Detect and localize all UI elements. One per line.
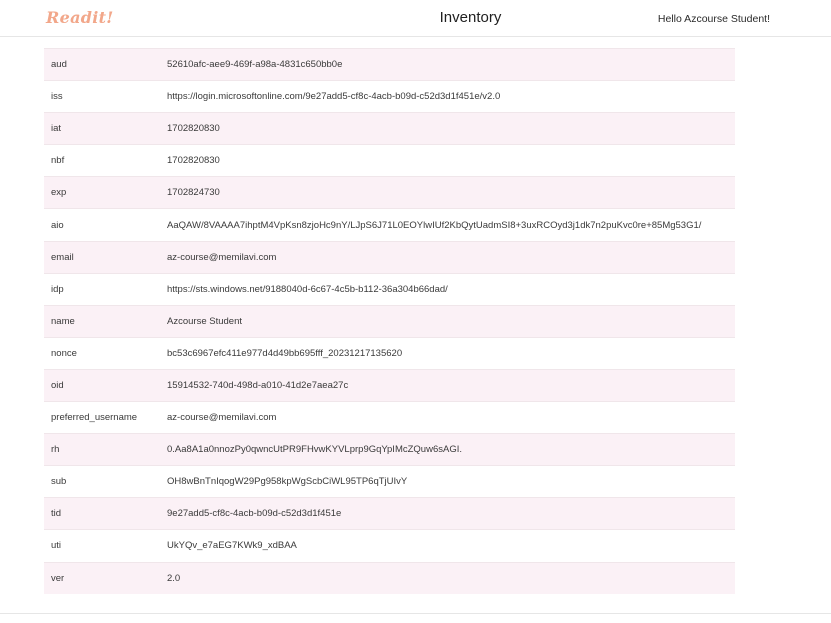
claim-key: exp [44,176,159,209]
claim-row: uti UkYQv_e7aEG7KWk9_xdBAA [44,529,735,562]
claim-row: name Azcourse Student [44,304,735,338]
claim-key: name [44,304,159,338]
claim-key: sub [44,465,159,498]
footer-divider [0,613,831,614]
claim-key: oid [44,368,159,402]
claim-key: uti [44,529,159,562]
claim-value: 15914532-740d-498d-a010-41d2e7aea27c [159,368,735,402]
claim-row: preferred_username az-course@memilavi.com [44,401,735,434]
claim-row: iss https://login.microsoftonline.com/9e2… [44,80,735,113]
claim-row: tid 9e27add5-cf8c-4acb-b09d-c52d3d1f451e [44,497,735,530]
page-title: Inventory [439,9,502,26]
claim-value: 1702824730 [159,176,735,209]
claim-row: sub OH8wBnTnIqogW29Pg958kpWgScbCiWL95TP6q… [44,465,735,498]
claim-key: aio [44,208,159,242]
claim-row: rh 0.Aa8A1a0nnozPy0qwncUtPR9FHvwKYVLprp9G… [44,433,735,466]
claim-key: email [44,240,159,274]
claim-value: az-course@memilavi.com [159,240,735,274]
claim-value: https://login.microsoftonline.com/9e27ad… [159,80,735,113]
claim-key: nbf [44,144,159,177]
navbar: Readit! Inventory Hello Azcourse Student… [0,0,831,37]
claim-row: exp 1702824730 [44,176,735,209]
claim-key: aud [44,47,159,81]
claim-key: ver [44,561,159,595]
claim-key: nonce [44,336,159,370]
claim-row: idp https://sts.windows.net/9188040d-6c67… [44,272,735,306]
claim-row: nonce bc53c6967efc411e977d4d49bb695fff_20… [44,336,735,370]
claim-row: nbf 1702820830 [44,144,735,177]
claim-row: aio AaQAW/8VAAAA7ihptM4VpKsn8zjoHc9nY/LJp… [44,208,735,242]
claim-key: preferred_username [44,401,159,434]
claims-table: aud 52610afc-aee9-469f-a98a-4831c650bb0e i… [44,47,735,595]
claim-row: oid 15914532-740d-498d-a010-41d2e7aea27c [44,368,735,402]
claim-value: https://sts.windows.net/9188040d-6c67-4c… [159,272,735,306]
claims-table-body: aud 52610afc-aee9-469f-a98a-4831c650bb0e i… [44,47,735,595]
claim-key: iss [44,80,159,113]
claim-key: rh [44,433,159,466]
claim-value: 0.Aa8A1a0nnozPy0qwncUtPR9FHvwKYVLprp9GqY… [159,433,735,466]
claim-key: iat [44,112,159,145]
claim-value: OH8wBnTnIqogW29Pg958kpWgScbCiWL95TP6qTjU… [159,465,735,498]
claim-value: AaQAW/8VAAAA7ihptM4VpKsn8zjoHc9nY/LJpS6J… [159,208,735,242]
claim-row: email az-course@memilavi.com [44,240,735,274]
claim-value: az-course@memilavi.com [159,401,735,434]
claim-row: ver 2.0 [44,561,735,595]
claim-row: iat 1702820830 [44,112,735,145]
claim-value: UkYQv_e7aEG7KWk9_xdBAA [159,529,735,562]
claim-key: tid [44,497,159,530]
user-greeting: Hello Azcourse Student! [657,13,770,25]
claim-value: bc53c6967efc411e977d4d49bb695fff_2023121… [159,336,735,370]
claim-value: 2.0 [159,561,735,595]
claim-value: 1702820830 [159,144,735,177]
claim-value: 52610afc-aee9-469f-a98a-4831c650bb0e [159,47,735,81]
claim-key: idp [44,272,159,306]
claim-value: 9e27add5-cf8c-4acb-b09d-c52d3d1f451e [159,497,735,530]
brand-logo-link[interactable]: Readit! [46,8,114,27]
claim-value: 1702820830 [159,112,735,145]
claim-value: Azcourse Student [159,304,735,338]
claim-row: aud 52610afc-aee9-469f-a98a-4831c650bb0e [44,47,735,81]
claims-table-container: aud 52610afc-aee9-469f-a98a-4831c650bb0e i… [44,47,735,595]
